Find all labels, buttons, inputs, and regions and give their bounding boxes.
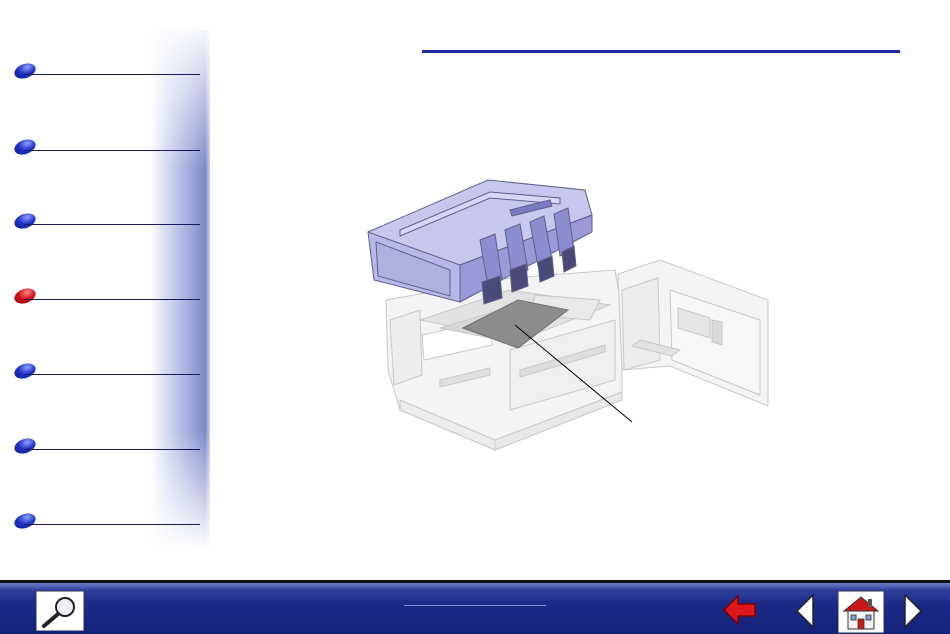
next-page-icon xyxy=(904,593,923,629)
nav-bullet-icon xyxy=(12,510,38,532)
printer-illustration xyxy=(367,179,769,451)
nav-rule xyxy=(24,299,200,300)
home-button[interactable] xyxy=(837,590,885,634)
nav-rule xyxy=(24,74,200,75)
nav-bullet-icon xyxy=(12,136,38,158)
nav-rule xyxy=(24,224,200,225)
sidebar-item-6[interactable] xyxy=(12,435,200,459)
back-arrow-icon xyxy=(722,594,756,626)
nav-rule xyxy=(24,150,200,151)
nav-bullet-icon xyxy=(12,360,38,382)
page xyxy=(0,0,950,634)
toolbar-rule xyxy=(404,605,546,606)
previous-page-icon xyxy=(795,593,814,629)
title-rule xyxy=(422,50,900,53)
nav-bullet-icon xyxy=(12,435,38,457)
nav-rule xyxy=(24,449,200,450)
previous-page-button[interactable] xyxy=(794,593,816,629)
nav-bullet-active-icon xyxy=(12,285,38,307)
sidebar-nav xyxy=(0,0,215,550)
nav-bullet-icon xyxy=(12,210,38,232)
sidebar-item-3[interactable] xyxy=(12,210,200,234)
back-button[interactable] xyxy=(722,593,758,627)
magnifier-icon xyxy=(35,590,85,632)
nav-rule xyxy=(24,524,200,525)
home-icon xyxy=(837,590,885,634)
nav-bullet-icon xyxy=(12,60,38,82)
search-button[interactable] xyxy=(35,590,85,632)
sidebar-item-2[interactable] xyxy=(12,136,200,160)
nav-rule xyxy=(24,374,200,375)
sidebar-item-4-active[interactable] xyxy=(12,285,200,309)
next-page-button[interactable] xyxy=(902,593,924,629)
sidebar-item-7[interactable] xyxy=(12,510,200,534)
sidebar-item-5[interactable] xyxy=(12,360,200,384)
sidebar-item-1[interactable] xyxy=(12,60,200,84)
bottom-toolbar xyxy=(0,580,950,634)
